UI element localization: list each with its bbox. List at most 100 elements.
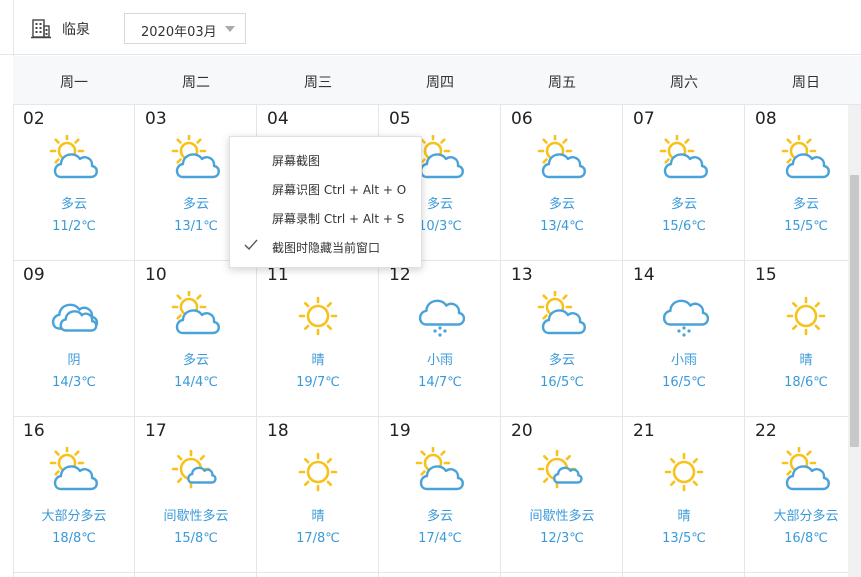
day-cell[interactable]: 09 阴 14/3℃ [13,261,135,417]
day-condition: 晴 [799,353,813,368]
day-temperature: 19/7℃ [296,375,340,390]
day-date: 09 [23,265,45,285]
day-cell-partial[interactable] [745,573,861,577]
menu-item-label: 屏幕截图 [272,154,321,168]
menu-item-screenshot[interactable]: 屏幕截图 [230,145,421,173]
day-temperature: 18/6℃ [784,375,828,390]
caret-down-icon [225,26,235,32]
day-date: 22 [755,421,777,441]
day-cell[interactable]: 19 多云 17/4℃ [379,417,501,573]
intermittent-cloudy-icon [171,449,217,489]
day-date: 03 [145,109,167,129]
day-date: 16 [23,421,45,441]
partly-cloudy-icon [537,135,586,179]
partly-cloudy-icon [659,135,708,179]
day-date: 04 [267,109,289,129]
day-cell[interactable]: 10 多云 14/4℃ [135,261,257,417]
day-date: 08 [755,109,777,129]
day-temperature: 18/8℃ [52,531,96,546]
day-date: 19 [389,421,411,441]
day-temperature: 12/3℃ [540,531,584,546]
menu-item-label: 屏幕录制 Ctrl + Alt + S [272,212,405,226]
day-cell[interactable]: 20 间歇性多云 12/3℃ [501,417,623,573]
day-temperature: 17/4℃ [418,531,462,546]
day-date: 07 [633,109,655,129]
day-date: 02 [23,109,45,129]
day-condition: 间歇性多云 [163,509,229,524]
day-date: 11 [267,265,289,285]
day-temperature: 15/5℃ [784,219,828,234]
day-cell-partial[interactable] [135,573,257,577]
day-cell-partial[interactable] [379,573,501,577]
partly-cloudy-icon [415,135,464,179]
day-date: 12 [389,265,411,285]
light-rain-icon [418,299,465,337]
month-select[interactable]: 2020年03月 [124,13,246,44]
day-cell[interactable]: 08 多云 15/5℃ [745,105,861,261]
day-condition: 多云 [548,197,575,212]
day-condition: 间歇性多云 [529,509,595,524]
sunny-icon [786,296,826,336]
day-cell-partial[interactable] [623,573,745,577]
day-cell[interactable]: 21 晴 13/5℃ [623,417,745,573]
day-temperature: 17/8℃ [296,531,340,546]
day-temperature: 13/4℃ [540,219,584,234]
light-rain-icon [662,299,709,337]
day-temperature: 14/7℃ [418,375,462,390]
weekday-tue: 周二 [182,75,210,91]
checkmark-icon [244,239,258,251]
menu-item-screen-record[interactable]: 屏幕录制 Ctrl + Alt + S [230,203,421,231]
sunny-icon [664,452,704,492]
day-cell-partial[interactable] [13,573,135,577]
menu-item-hide-window[interactable]: 截图时隐藏当前窗口 [230,232,421,260]
day-date: 21 [633,421,655,441]
day-condition: 多云 [182,353,209,368]
day-cell[interactable]: 17 间歇性多云 15/8℃ [135,417,257,573]
day-cell[interactable]: 16 大部分多云 18/8℃ [13,417,135,573]
scrollbar-thumb[interactable] [850,175,859,447]
day-condition: 晴 [311,353,325,368]
weekday-fri: 周五 [548,75,576,91]
vertical-scrollbar[interactable] [848,105,861,577]
day-condition: 大部分多云 [773,509,839,524]
day-condition: 多云 [792,197,819,212]
day-date: 05 [389,109,411,129]
weekday-mon: 周一 [60,75,88,91]
day-cell[interactable]: 02 多云 11/2℃ [13,105,135,261]
day-temperature: 14/4℃ [174,375,218,390]
day-cell[interactable]: 22 大部分多云 16/8℃ [745,417,861,573]
day-date: 13 [511,265,533,285]
day-temperature: 15/8℃ [174,531,218,546]
day-date: 18 [267,421,289,441]
day-condition: 小雨 [426,353,453,368]
day-date: 20 [511,421,533,441]
day-cell[interactable]: 14 小雨 16/5℃ [623,261,745,417]
menu-item-screen-ocr[interactable]: 屏幕识图 Ctrl + Alt + O [230,174,421,202]
day-cell[interactable]: 18 晴 17/8℃ [257,417,379,573]
day-cell-partial[interactable] [501,573,623,577]
day-cell[interactable]: 13 多云 16/5℃ [501,261,623,417]
partly-cloudy-icon [49,447,98,491]
day-temperature: 16/8℃ [784,531,828,546]
day-cell[interactable]: 07 多云 15/6℃ [623,105,745,261]
partly-cloudy-icon [171,291,220,335]
partly-cloudy-icon [781,135,830,179]
day-condition: 多云 [60,197,87,212]
weekday-thu: 周四 [426,75,454,91]
partly-cloudy-icon [171,135,220,179]
day-cell[interactable]: 11 晴 19/7℃ [257,261,379,417]
day-date: 17 [145,421,167,441]
day-cell[interactable]: 15 晴 18/6℃ [745,261,861,417]
day-cell-partial[interactable] [257,573,379,577]
day-temperature: 15/6℃ [662,219,706,234]
partly-cloudy-icon [537,291,586,335]
top-toolbar: 临泉 2020年03月 [0,0,861,55]
day-temperature: 16/5℃ [540,375,584,390]
day-cell[interactable]: 06 多云 13/4℃ [501,105,623,261]
day-date: 06 [511,109,533,129]
day-cell[interactable]: 12 小雨 14/7℃ [379,261,501,417]
weekday-wed: 周三 [304,75,332,91]
day-date: 15 [755,265,777,285]
sunny-icon [298,452,338,492]
weekday-sun: 周日 [792,75,820,91]
